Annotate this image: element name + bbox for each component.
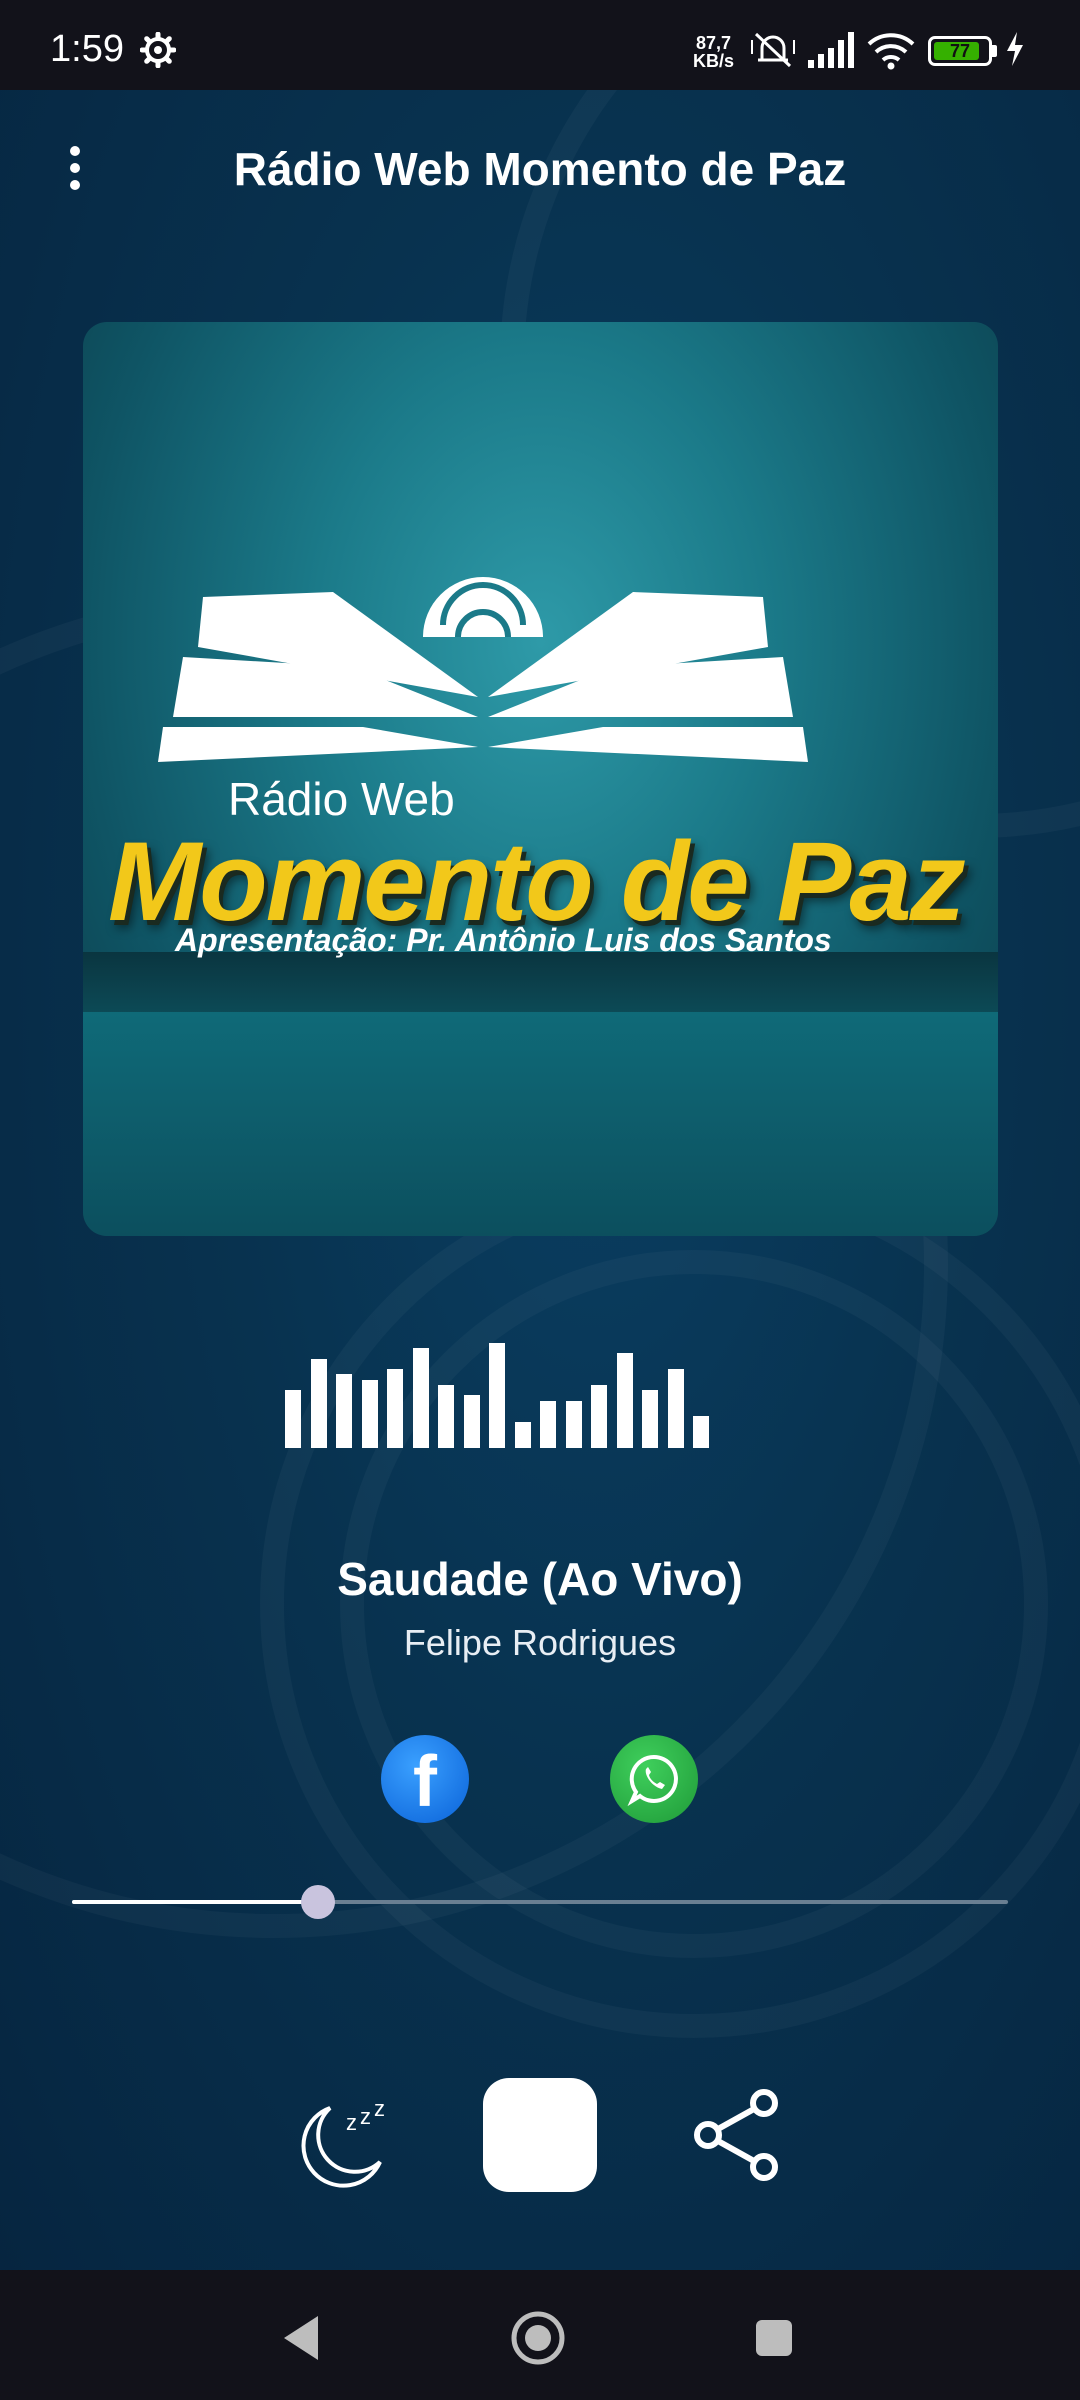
volume-slider-fill — [72, 1900, 318, 1904]
network-speed: 87,7 KB/s — [693, 34, 734, 70]
wifi-icon — [867, 33, 915, 70]
open-book-logo-icon — [158, 577, 808, 762]
equalizer-bar — [413, 1348, 429, 1448]
equalizer-bar — [438, 1385, 454, 1448]
svg-text:z: z — [360, 2104, 371, 2129]
network-speed-unit: KB/s — [693, 51, 735, 71]
svg-text:z: z — [346, 2110, 357, 2135]
share-icon — [694, 2089, 778, 2181]
equalizer-animation — [285, 1343, 805, 1448]
equalizer-bar — [362, 1380, 378, 1448]
equalizer-bar — [336, 1374, 352, 1448]
equalizer-bar — [617, 1353, 633, 1448]
battery-level: 77 — [949, 41, 971, 61]
equalizer-bar — [591, 1385, 607, 1448]
home-icon[interactable] — [510, 2310, 566, 2366]
equalizer-bar — [387, 1369, 403, 1448]
equalizer-bar — [566, 1401, 582, 1448]
status-bar: 1:59 87,7 KB/s 77 — [0, 0, 1080, 90]
settings-gear-icon — [140, 32, 176, 68]
facebook-button[interactable]: f — [381, 1735, 469, 1823]
whatsapp-icon — [627, 1754, 678, 1807]
svg-text:z: z — [374, 2096, 385, 2121]
equalizer-bar — [642, 1390, 658, 1448]
page-title: Rádio Web Momento de Paz — [233, 143, 847, 195]
equalizer-bar — [311, 1359, 327, 1448]
stop-button[interactable] — [483, 2078, 597, 2192]
share-button[interactable] — [686, 2085, 786, 2185]
battery-tip — [992, 45, 997, 57]
equalizer-bar — [540, 1401, 556, 1448]
system-navigation-bar — [0, 2270, 1080, 2400]
battery-icon: 77 — [928, 36, 992, 66]
sleep-timer-button[interactable]: z z z — [290, 2080, 400, 2190]
equalizer-bar — [668, 1369, 684, 1448]
network-speed-value: 87,7 — [695, 33, 732, 53]
song-title: Saudade (Ao Vivo) — [337, 1553, 743, 1605]
muted-bell-icon — [751, 32, 795, 68]
station-cover-art: Rádio Web Momento de Paz Apresentação: P… — [83, 322, 998, 1236]
recents-icon[interactable] — [746, 2310, 802, 2366]
cover-line-3: Apresentação: Pr. Antônio Luis dos Santo… — [175, 922, 832, 958]
whatsapp-button[interactable] — [610, 1735, 698, 1823]
volume-slider-track[interactable] — [72, 1885, 1008, 1919]
song-artist: Felipe Rodrigues — [403, 1622, 677, 1663]
player-screen: Rádio Web Momento de Paz Rádio Web Momen… — [0, 90, 1080, 2270]
equalizer-bar — [693, 1416, 709, 1448]
equalizer-bar — [489, 1343, 505, 1448]
facebook-icon: f — [413, 1742, 437, 1822]
back-icon[interactable] — [276, 2310, 332, 2366]
status-time: 1:59 — [50, 28, 124, 70]
equalizer-bar — [515, 1422, 531, 1448]
sleep-moon-icon: z z z — [301, 2096, 385, 2188]
signal-icon — [808, 32, 854, 68]
equalizer-bar — [285, 1390, 301, 1448]
charging-bolt-icon — [1007, 32, 1023, 66]
volume-slider-thumb[interactable] — [301, 1885, 335, 1919]
equalizer-bar — [464, 1395, 480, 1448]
